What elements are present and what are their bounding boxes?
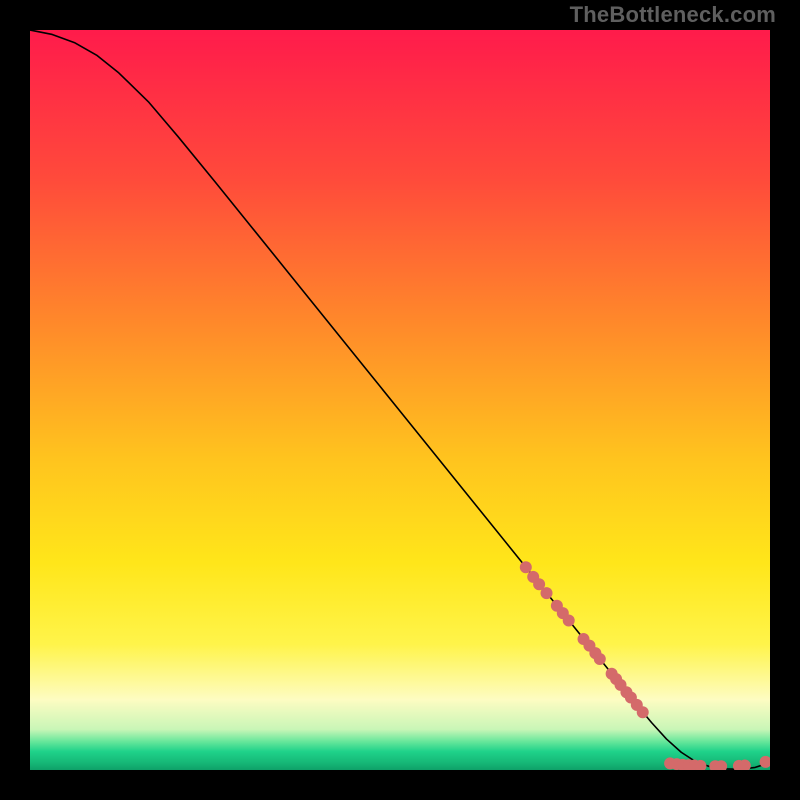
highlight-point <box>563 615 575 627</box>
highlight-point <box>520 561 532 573</box>
chart-frame: TheBottleneck.com <box>0 0 800 800</box>
watermark-label: TheBottleneck.com <box>570 2 776 28</box>
highlight-point <box>541 587 553 599</box>
heatmap-background <box>30 30 770 770</box>
highlight-point <box>594 653 606 665</box>
plot-svg <box>30 30 770 770</box>
highlight-point <box>637 706 649 718</box>
plot-area <box>30 30 770 770</box>
